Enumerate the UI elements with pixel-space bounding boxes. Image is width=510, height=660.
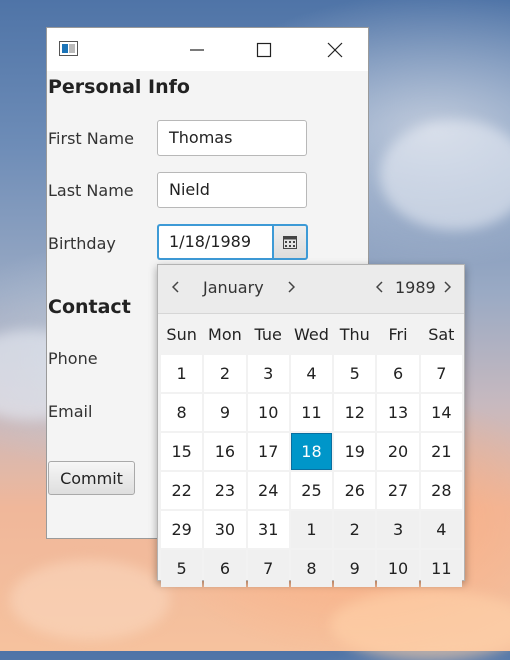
calendar-day[interactable]: 7: [420, 355, 462, 392]
calendar-grid: Sun Mon Tue Wed Thu Fri Sat 1 2 3 4 5 6 …: [160, 315, 463, 588]
chevron-right-icon: [288, 281, 295, 293]
calendar-day[interactable]: 23: [204, 472, 246, 509]
calendar-day[interactable]: 29: [161, 511, 203, 548]
calendar-day[interactable]: 28: [420, 472, 462, 509]
weekday-header: Sun: [166, 325, 197, 344]
calendar-day-selected[interactable]: 18: [290, 433, 333, 470]
month-label: January: [203, 278, 264, 297]
next-year-button[interactable]: [440, 277, 454, 297]
calendar-day[interactable]: 11: [290, 394, 333, 431]
minimize-icon: [190, 48, 204, 51]
calendar-week-row: 8 9 10 11 12 13 14: [160, 393, 463, 432]
last-name-field[interactable]: Nield: [157, 172, 307, 208]
maximize-icon: [256, 42, 272, 57]
prev-year-button[interactable]: [373, 277, 387, 297]
calendar-day-next-month[interactable]: 10: [377, 550, 419, 587]
personal-info-heading: Personal Info: [48, 76, 190, 98]
calendar-day-next-month[interactable]: 6: [204, 550, 246, 587]
weekday-header: Mon: [208, 325, 242, 344]
minimize-button[interactable]: [174, 28, 220, 71]
calendar-day[interactable]: 10: [247, 394, 289, 431]
maximize-button[interactable]: [241, 28, 287, 71]
calendar-day-next-month[interactable]: 11: [420, 550, 462, 587]
calendar-week-row: 15 16 17 18 19 20 21: [160, 432, 463, 471]
next-month-button[interactable]: [284, 277, 298, 297]
birthday-label: Birthday: [48, 234, 116, 253]
calendar-day-next-month[interactable]: 7: [247, 550, 289, 587]
first-name-label: First Name: [48, 129, 134, 148]
calendar-day[interactable]: 27: [377, 472, 419, 509]
calendar-day[interactable]: 30: [204, 511, 246, 548]
chevron-right-icon: [444, 281, 451, 293]
calendar-week-row: 1 2 3 4 5 6 7: [160, 354, 463, 393]
calendar-day[interactable]: 6: [377, 355, 419, 392]
calendar-day-next-month[interactable]: 4: [420, 511, 462, 548]
calendar-day[interactable]: 4: [290, 355, 333, 392]
email-label: Email: [48, 402, 93, 421]
close-button[interactable]: [312, 28, 358, 71]
weekday-header: Thu: [339, 325, 370, 344]
calendar-week-row: 22 23 24 25 26 27 28: [160, 471, 463, 510]
calendar-day[interactable]: 5: [334, 355, 376, 392]
calendar-day-next-month[interactable]: 1: [290, 511, 333, 548]
calendar-day[interactable]: 25: [290, 472, 333, 509]
chevron-left-icon: [376, 281, 383, 293]
calendar-day[interactable]: 31: [247, 511, 289, 548]
calendar-icon: [283, 235, 297, 249]
calendar-day[interactable]: 12: [334, 394, 376, 431]
weekday-header-row: Sun Mon Tue Wed Thu Fri Sat: [160, 315, 463, 354]
calendar-day[interactable]: 13: [377, 394, 419, 431]
birthday-field[interactable]: 1/18/1989: [157, 224, 272, 260]
date-picker-popup: January 1989 Sun Mon Tue Wed Thu Fri Sat…: [157, 264, 465, 587]
last-name-label: Last Name: [48, 181, 134, 200]
calendar-day[interactable]: 17: [247, 433, 289, 470]
calendar-day[interactable]: 1: [161, 355, 203, 392]
calendar-week-row: 29 30 31 1 2 3 4: [160, 510, 463, 549]
calendar-day[interactable]: 16: [204, 433, 246, 470]
phone-label: Phone: [48, 349, 98, 368]
year-label: 1989: [395, 278, 436, 297]
calendar-day[interactable]: 26: [334, 472, 376, 509]
calendar-day-next-month[interactable]: 3: [377, 511, 419, 548]
calendar-day[interactable]: 24: [247, 472, 289, 509]
calendar-week-row: 5 6 7 8 9 10 11: [160, 549, 463, 588]
calendar-day-next-month[interactable]: 2: [334, 511, 376, 548]
calendar-day[interactable]: 15: [161, 433, 203, 470]
first-name-field[interactable]: Thomas: [157, 120, 307, 156]
weekday-header: Wed: [294, 325, 329, 344]
app-icon: [59, 41, 78, 56]
calendar-day[interactable]: 9: [204, 394, 246, 431]
calendar-day[interactable]: 20: [377, 433, 419, 470]
calendar-button[interactable]: [272, 224, 308, 260]
prev-month-button[interactable]: [169, 277, 183, 297]
date-picker-header: January 1989: [158, 265, 464, 314]
calendar-day[interactable]: 19: [334, 433, 376, 470]
weekday-header: Fri: [388, 325, 408, 344]
close-icon: [327, 42, 343, 57]
commit-button[interactable]: Commit: [48, 461, 135, 495]
calendar-day[interactable]: 22: [161, 472, 203, 509]
calendar-day[interactable]: 3: [247, 355, 289, 392]
weekday-header: Sat: [428, 325, 455, 344]
title-bar[interactable]: [47, 28, 368, 71]
calendar-day[interactable]: 14: [420, 394, 462, 431]
calendar-day[interactable]: 21: [420, 433, 462, 470]
chevron-left-icon: [172, 281, 179, 293]
calendar-day[interactable]: 2: [204, 355, 246, 392]
calendar-day-next-month[interactable]: 9: [334, 550, 376, 587]
weekday-header: Tue: [254, 325, 282, 344]
calendar-day[interactable]: 8: [161, 394, 203, 431]
calendar-day-next-month[interactable]: 8: [290, 550, 333, 587]
contact-heading: Contact: [48, 296, 131, 318]
calendar-day-next-month[interactable]: 5: [161, 550, 203, 587]
